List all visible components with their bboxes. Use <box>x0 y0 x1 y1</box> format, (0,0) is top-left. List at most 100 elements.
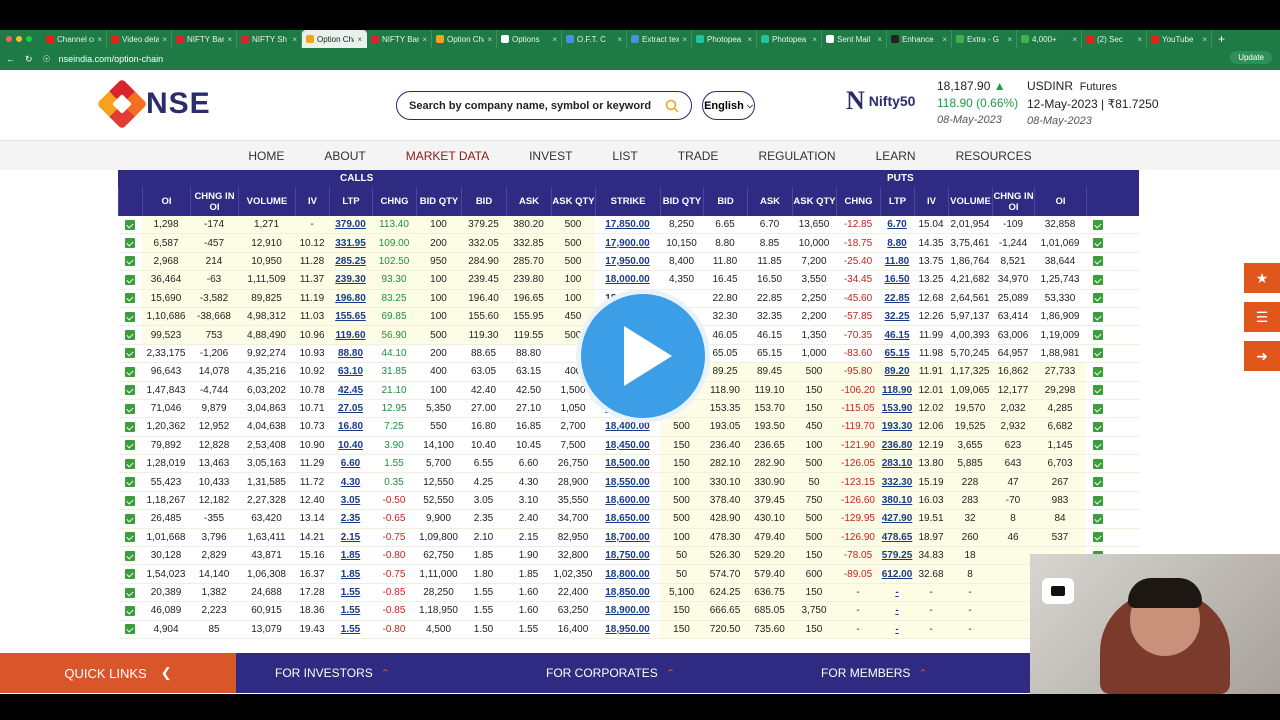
for-investors-link[interactable]: FOR INVESTORS <box>275 666 373 680</box>
call-ltp-cell[interactable]: 10.40 <box>329 436 372 455</box>
chart-icon[interactable] <box>1093 330 1103 341</box>
call-ltp-cell[interactable]: 239.30 <box>329 271 372 289</box>
tab-close-icon[interactable]: × <box>877 35 882 44</box>
strike-strike-cell[interactable]: 18,950.00 <box>595 620 660 638</box>
tab-close-icon[interactable]: × <box>1072 35 1077 44</box>
browser-tab[interactable]: Extract text × <box>627 30 692 48</box>
row-checkbox[interactable] <box>1086 491 1110 510</box>
chart-icon[interactable] <box>125 403 135 414</box>
row-checkbox[interactable] <box>1086 289 1110 307</box>
nav-item-trade[interactable]: TRADE <box>678 149 719 163</box>
nav-item-about[interactable]: ABOUT <box>324 149 365 163</box>
chart-icon[interactable] <box>125 293 135 304</box>
strike-strike-cell[interactable]: 18,700.00 <box>595 528 660 547</box>
tab-close-icon[interactable]: × <box>812 35 817 44</box>
strike-strike-cell[interactable]: 17,850.00 <box>595 216 660 234</box>
tab-close-icon[interactable]: × <box>162 35 167 44</box>
row-checkbox[interactable] <box>118 289 142 307</box>
chart-icon[interactable] <box>1093 274 1103 285</box>
row-checkbox[interactable] <box>1086 216 1110 234</box>
update-button[interactable]: Update <box>1230 51 1272 64</box>
chart-icon[interactable] <box>125 238 135 249</box>
row-checkbox[interactable] <box>1086 326 1110 344</box>
close-window-icon[interactable] <box>6 36 12 42</box>
tab-close-icon[interactable]: × <box>227 35 232 44</box>
browser-tab[interactable]: Video details× <box>107 30 172 48</box>
chart-icon[interactable] <box>125 330 135 341</box>
call-ltp-cell[interactable]: 1.85 <box>329 565 372 583</box>
row-checkbox[interactable] <box>118 418 142 436</box>
call-ltp-cell[interactable]: 4.30 <box>329 473 372 491</box>
back-icon[interactable]: ← <box>6 54 15 64</box>
row-checkbox[interactable] <box>1086 399 1110 418</box>
row-checkbox[interactable] <box>118 436 142 455</box>
row-checkbox[interactable] <box>118 399 142 418</box>
chart-icon[interactable] <box>125 385 135 396</box>
row-checkbox[interactable] <box>118 234 142 252</box>
chart-icon[interactable] <box>125 495 135 506</box>
nav-item-invest[interactable]: INVEST <box>529 149 572 163</box>
chart-icon[interactable] <box>125 477 135 488</box>
strike-strike-cell[interactable]: 18,500.00 <box>595 455 660 473</box>
chart-icon[interactable] <box>1093 421 1103 432</box>
call-ltp-cell[interactable]: 42.45 <box>329 381 372 399</box>
chart-icon[interactable] <box>1093 440 1103 451</box>
row-checkbox[interactable] <box>118 381 142 399</box>
call-ltp-cell[interactable]: 379.00 <box>329 216 372 234</box>
browser-tab[interactable]: (2) Sec × <box>1082 30 1147 48</box>
chart-icon[interactable] <box>125 311 135 322</box>
nifty-quote[interactable]: 18,187.90 ▲ 118.90 (0.66%) 08-May-2023 <box>937 78 1018 129</box>
call-ltp-cell[interactable]: 1.55 <box>329 620 372 638</box>
chart-icon[interactable] <box>1093 238 1103 249</box>
tab-close-icon[interactable]: × <box>422 35 427 44</box>
language-select[interactable]: English ⌵ <box>702 91 755 120</box>
browser-tab[interactable]: NIFTY Sh × <box>237 30 302 48</box>
strike-strike-cell[interactable]: 17,900.00 <box>595 234 660 252</box>
row-checkbox[interactable] <box>118 455 142 473</box>
tab-close-icon[interactable]: × <box>1007 35 1012 44</box>
strike-strike-cell[interactable]: 18,600.00 <box>595 491 660 510</box>
accessibility-icon[interactable]: ★ <box>1244 263 1280 293</box>
tab-close-icon[interactable]: × <box>682 35 687 44</box>
put-ltp-cell[interactable]: - <box>880 602 914 620</box>
strike-strike-cell[interactable]: 18,900.00 <box>595 602 660 620</box>
strike-strike-cell[interactable]: 18,850.00 <box>595 583 660 602</box>
row-checkbox[interactable] <box>118 307 142 326</box>
chart-icon[interactable] <box>125 256 135 267</box>
chart-icon[interactable] <box>125 550 135 561</box>
put-ltp-cell[interactable]: 380.10 <box>880 491 914 510</box>
chart-icon[interactable] <box>1093 348 1103 359</box>
chart-icon[interactable] <box>125 624 135 635</box>
nav-item-home[interactable]: HOME <box>248 149 284 163</box>
strike-strike-cell[interactable]: 18,550.00 <box>595 473 660 491</box>
tab-close-icon[interactable]: × <box>1137 35 1142 44</box>
browser-tab[interactable]: Enhance × <box>887 30 952 48</box>
row-checkbox[interactable] <box>1086 271 1110 289</box>
row-checkbox[interactable] <box>1086 528 1110 547</box>
call-ltp-cell[interactable]: 88.80 <box>329 344 372 363</box>
chart-icon[interactable] <box>1093 256 1103 267</box>
chart-icon[interactable] <box>1093 495 1103 506</box>
browser-tab[interactable]: O.F.T. C × <box>562 30 627 48</box>
browser-tab[interactable]: NIFTY Bank× <box>367 30 432 48</box>
chart-icon[interactable] <box>125 219 135 230</box>
chart-icon[interactable] <box>125 532 135 543</box>
strike-strike-cell[interactable]: 18,650.00 <box>595 510 660 528</box>
usdinr-quote[interactable]: USDINR Futures 12-May-2023 | ₹81.7250 08… <box>1027 78 1159 130</box>
strike-strike-cell[interactable]: 18,800.00 <box>595 565 660 583</box>
tab-close-icon[interactable]: × <box>942 35 947 44</box>
call-ltp-cell[interactable]: 196.80 <box>329 289 372 307</box>
search-icon[interactable] <box>665 99 679 113</box>
row-checkbox[interactable] <box>118 602 142 620</box>
row-checkbox[interactable] <box>118 491 142 510</box>
for-corporates-link[interactable]: FOR CORPORATES <box>546 666 658 680</box>
put-ltp-cell[interactable]: - <box>880 620 914 638</box>
put-ltp-cell[interactable]: - <box>880 583 914 602</box>
row-checkbox[interactable] <box>1086 363 1110 381</box>
tab-close-icon[interactable]: × <box>357 35 362 44</box>
browser-tab[interactable]: Extra - G × <box>952 30 1017 48</box>
put-ltp-cell[interactable]: 153.90 <box>880 399 914 418</box>
nifty50-logo[interactable]: N Nifty50 <box>846 86 915 116</box>
row-checkbox[interactable] <box>1086 307 1110 326</box>
chart-icon[interactable] <box>125 366 135 377</box>
